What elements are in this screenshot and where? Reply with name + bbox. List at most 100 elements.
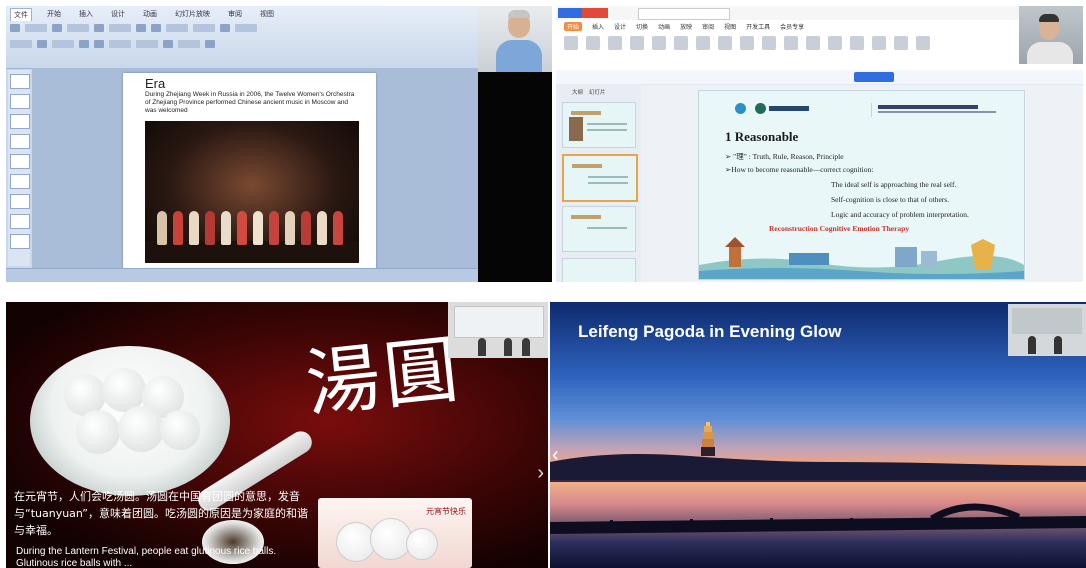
sidebar-tab-outline[interactable]: 大纲 [572, 88, 583, 96]
document-tab[interactable] [638, 8, 730, 20]
paste-icon[interactable] [564, 36, 578, 50]
leifeng-slide: Leifeng Pagoda in Evening Glow ‹ [550, 302, 1086, 568]
underline-icon[interactable] [740, 36, 754, 50]
format-painter-icon[interactable] [586, 36, 600, 50]
font-size-icon[interactable] [109, 24, 131, 32]
layout-icon[interactable] [630, 36, 644, 50]
slide-thumbnail[interactable] [562, 102, 636, 148]
reset-icon[interactable] [37, 40, 47, 48]
paste-icon[interactable] [10, 24, 20, 32]
performer [205, 211, 215, 245]
slide-thumbnail[interactable] [10, 174, 30, 189]
slide-thumbnail[interactable] [10, 194, 30, 209]
align-icon[interactable] [806, 36, 820, 50]
font-icon[interactable] [94, 24, 104, 32]
reset-icon[interactable] [652, 36, 666, 50]
participant [478, 338, 486, 356]
participant-shirt [496, 40, 542, 72]
bullets-icon[interactable] [136, 40, 158, 48]
replace-icon[interactable] [205, 40, 215, 48]
notice-action-button[interactable] [854, 72, 894, 82]
cut-copy-icon[interactable] [25, 24, 47, 32]
arrange-icon[interactable] [872, 36, 886, 50]
slide-heading: 1 Reasonable [725, 129, 799, 144]
english-description: During the Lantern Festival, people eat … [16, 546, 277, 568]
bullet-line: Logic and accuracy of problem interpreta… [831, 210, 969, 219]
rice-ball [76, 410, 120, 454]
font-color-icon[interactable] [109, 40, 131, 48]
bold-icon[interactable] [696, 36, 710, 50]
home-tab[interactable] [558, 8, 584, 18]
shapes-icon[interactable] [193, 24, 215, 32]
section-icon[interactable] [674, 36, 688, 50]
slide-thumbnail[interactable] [10, 114, 30, 129]
menu-item[interactable]: 会员专享 [780, 22, 804, 31]
wps-tab[interactable] [582, 8, 608, 18]
menu-item[interactable]: 审阅 [702, 22, 714, 31]
slide-thumbnail[interactable] [10, 134, 30, 149]
prev-arrow-icon[interactable]: ‹ [552, 444, 559, 467]
underline-icon[interactable] [79, 40, 89, 48]
ribbon-tab[interactable]: 开始 [44, 8, 64, 21]
quick-styles-icon[interactable] [178, 40, 200, 48]
performer [285, 211, 295, 245]
textbox-icon[interactable] [828, 36, 842, 50]
find-icon[interactable] [235, 24, 257, 32]
ribbon-tab[interactable]: 文件 [10, 8, 32, 21]
slide-thumbnail[interactable] [562, 206, 636, 252]
participant-camera [448, 302, 548, 358]
picture-icon[interactable] [894, 36, 908, 50]
shapes-icon[interactable] [850, 36, 864, 50]
bullets-icon[interactable] [784, 36, 798, 50]
slide-editor[interactable]: Era During Zhejiang Week in Russia in 20… [32, 68, 478, 269]
ribbon-tools-row [10, 40, 215, 48]
section-icon[interactable] [52, 40, 74, 48]
window-tab-bar [556, 6, 1083, 21]
sidebar-tab-slides[interactable]: 幻灯片 [589, 88, 606, 96]
slide-thumbnail[interactable] [562, 258, 636, 282]
indent-icon[interactable] [163, 40, 173, 48]
italic-icon[interactable] [718, 36, 732, 50]
menu-item[interactable]: 开始 [564, 22, 583, 31]
ribbon-tab[interactable]: 动画 [140, 8, 160, 21]
menu-item[interactable]: 设计 [614, 22, 626, 31]
performer [157, 211, 167, 245]
slide-thumbnail[interactable] [10, 74, 30, 89]
current-slide[interactable]: 1 Reasonable ➢ "理" : Truth, Rule, Reason… [698, 90, 1025, 280]
menu-item[interactable]: 放映 [680, 22, 692, 31]
participant-camera [1008, 304, 1086, 356]
align-icon[interactable] [166, 24, 188, 32]
thumb-line [587, 123, 627, 125]
menu-item[interactable]: 开发工具 [746, 22, 770, 31]
tangyuan-slide: 湯圓 元宵节快乐 在元宵节，人们会吃汤圆。汤圆在中国有团圆的意思，发音与“tua… [6, 302, 548, 568]
menu-item[interactable]: 切换 [636, 22, 648, 31]
ribbon-tab[interactable]: 插入 [76, 8, 96, 21]
menu-item[interactable]: 动画 [658, 22, 670, 31]
menu-item[interactable]: 插入 [592, 22, 604, 31]
slide-thumbnail[interactable] [10, 94, 30, 109]
festival-badge: 元宵节快乐 [426, 507, 466, 516]
bold-icon[interactable] [136, 24, 146, 32]
wps-window: 开始 插入 设计 切换 动画 放映 审阅 视图 开发工具 会员专享 大纲 幻灯片… [556, 6, 1083, 282]
shadow-icon[interactable] [94, 40, 104, 48]
font-color-icon[interactable] [762, 36, 776, 50]
menu-item[interactable]: 视图 [724, 22, 736, 31]
next-arrow-icon[interactable]: › [537, 462, 544, 485]
slide-thumbnail[interactable] [10, 154, 30, 169]
format-painter-icon[interactable] [10, 40, 32, 48]
slide-thumbnail[interactable] [10, 234, 30, 249]
italic-icon[interactable] [151, 24, 161, 32]
find-icon[interactable] [916, 36, 930, 50]
new-slide-icon[interactable] [608, 36, 622, 50]
ribbon-tab[interactable]: 视图 [257, 8, 277, 21]
slide-thumbnail[interactable] [10, 214, 30, 229]
ribbon-tab[interactable]: 设计 [108, 8, 128, 21]
ribbon-tab[interactable]: 审阅 [225, 8, 245, 21]
layout-icon[interactable] [67, 24, 89, 32]
ribbon-tab[interactable]: 幻灯片放映 [172, 8, 213, 21]
participant-hair [508, 10, 530, 18]
arrange-icon[interactable] [220, 24, 230, 32]
new-slide-icon[interactable] [52, 24, 62, 32]
current-slide[interactable]: Era During Zhejiang Week in Russia in 20… [123, 73, 376, 269]
slide-thumbnail-selected[interactable] [562, 154, 638, 202]
